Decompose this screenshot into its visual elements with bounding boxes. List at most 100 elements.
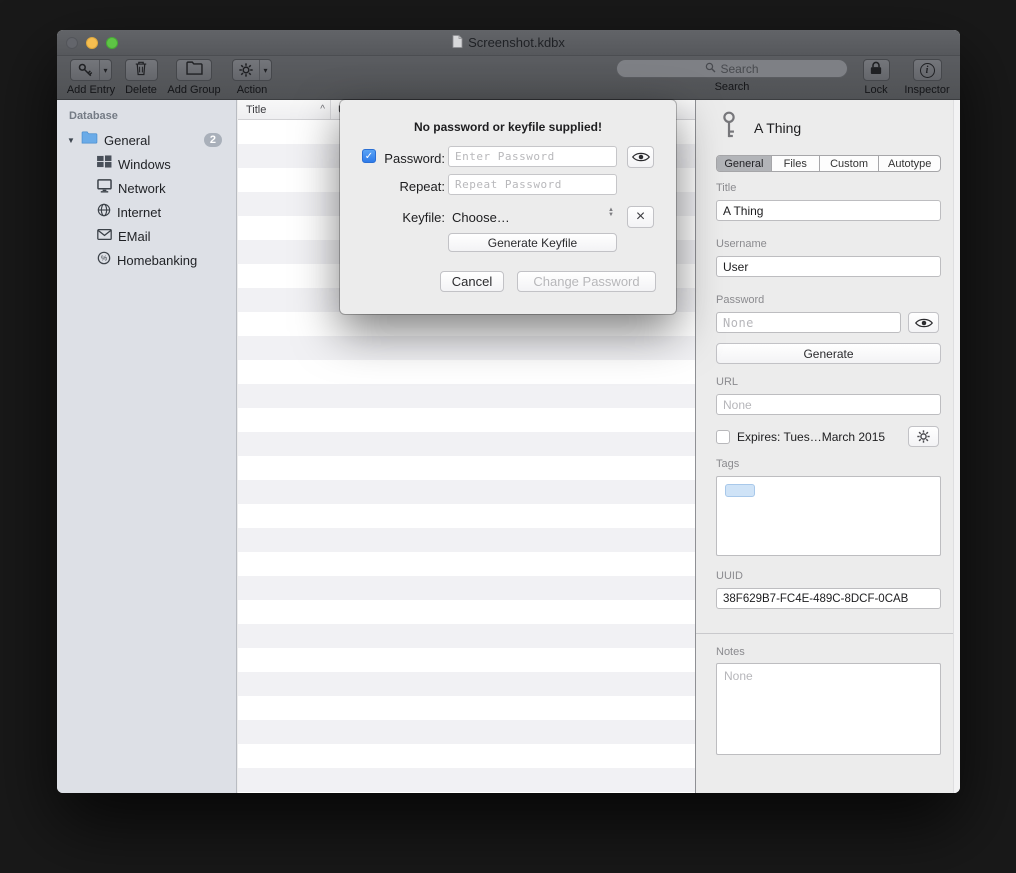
inspector-divider [696, 633, 953, 634]
app-window: Screenshot.kdbx ▾ Add Entry Delete [57, 30, 960, 793]
sidebar-item-label: Homebanking [117, 253, 197, 268]
column-header-title[interactable]: Title ^ [238, 100, 331, 119]
sidebar-group-general[interactable]: ▼ General 2 [57, 128, 236, 152]
sidebar-item-internet[interactable]: Internet [57, 200, 236, 224]
add-group-button[interactable] [176, 59, 212, 81]
uuid-input[interactable] [716, 588, 941, 609]
username-input[interactable] [716, 256, 941, 277]
tag-chip[interactable] [725, 484, 755, 497]
expires-gear-button[interactable] [908, 426, 939, 447]
sidebar-item-network[interactable]: Network [57, 176, 236, 200]
stepper-icon: ▲ ▼ [608, 208, 614, 218]
inspector-panel: A Thing General Files Custom Autotype Ti… [695, 100, 960, 793]
window-title: Screenshot.kdbx [468, 35, 565, 50]
sidebar-item-homebanking[interactable]: % Homebanking [57, 248, 236, 272]
password-dialog: No password or keyfile supplied! ✓ Passw… [340, 100, 676, 314]
title-label: Title [716, 182, 736, 194]
tab-autotype[interactable]: Autotype [879, 156, 940, 171]
group-badge: 2 [204, 133, 222, 147]
toolbar-item-search: Search Search [616, 59, 848, 93]
tab-general[interactable]: General [717, 156, 772, 171]
search-input[interactable]: Search [616, 59, 848, 78]
windows-icon [97, 155, 112, 173]
clear-keyfile-button[interactable]: × [627, 206, 654, 228]
lock-icon [870, 61, 882, 80]
lock-button[interactable] [863, 59, 890, 81]
gear-icon [233, 63, 259, 77]
sidebar-item-windows[interactable]: Windows [57, 152, 236, 176]
entry-header: A Thing [718, 110, 801, 145]
password-input[interactable] [716, 312, 901, 333]
sidebar-item-label: Internet [117, 205, 161, 220]
inspector-button[interactable]: i [913, 59, 942, 81]
tags-box[interactable] [716, 476, 941, 556]
disclosure-icon[interactable]: ▼ [67, 136, 81, 145]
notes-box[interactable]: None [716, 663, 941, 755]
reveal-password-button[interactable] [908, 312, 939, 333]
dialog-repeat-input[interactable] [448, 174, 617, 195]
folder-plus-icon [186, 61, 203, 80]
add-entry-button[interactable]: ▾ [70, 59, 111, 81]
tags-label: Tags [716, 458, 739, 470]
action-dropdown[interactable]: ▾ [259, 60, 270, 80]
inspector-tabs: General Files Custom Autotype [716, 155, 941, 172]
entry-key-icon [718, 110, 740, 145]
cancel-button[interactable]: Cancel [440, 271, 504, 292]
generate-keyfile-button[interactable]: Generate Keyfile [448, 233, 617, 252]
username-label: Username [716, 238, 767, 250]
search-placeholder: Search [720, 62, 758, 76]
trash-icon [134, 60, 148, 81]
tab-custom[interactable]: Custom [820, 156, 880, 171]
inspector-label: Inspector [904, 84, 949, 96]
sidebar: Database ▼ General 2 Windows Networ [57, 100, 237, 793]
search-label: Search [715, 81, 750, 93]
eye-icon [632, 151, 650, 163]
sidebar-item-label: Windows [118, 157, 171, 172]
title-input[interactable] [716, 200, 941, 221]
banking-icon: % [97, 251, 111, 270]
close-button[interactable] [66, 37, 78, 49]
document-icon [452, 35, 463, 51]
toolbar-item-lock: Lock [859, 59, 893, 96]
toolbar: ▾ Add Entry Delete Add Group [57, 56, 960, 100]
toolbar-item-action: ▾ Action [227, 59, 277, 96]
generate-button[interactable]: Generate [716, 343, 941, 364]
password-checkbox[interactable]: ✓ [362, 149, 376, 163]
sort-asc-icon: ^ [320, 104, 325, 115]
close-icon: × [636, 209, 645, 225]
dialog-reveal-button[interactable] [627, 146, 654, 168]
svg-text:%: % [101, 255, 107, 262]
keyfile-value: Choose… [448, 210, 510, 225]
keyfile-popup[interactable]: Choose… ▲ ▼ [448, 206, 620, 228]
expires-label: Expires: Tues…March 2015 [737, 430, 885, 444]
search-icon [705, 62, 716, 76]
toolbar-item-add-group: Add Group [165, 59, 223, 96]
zoom-button[interactable] [106, 37, 118, 49]
minimize-button[interactable] [86, 37, 98, 49]
titlebar: Screenshot.kdbx [57, 30, 960, 56]
entry-title: A Thing [754, 120, 801, 136]
network-icon [97, 179, 112, 198]
key-plus-icon [71, 62, 99, 78]
traffic-lights [66, 37, 118, 49]
action-label: Action [237, 84, 268, 96]
sidebar-item-email[interactable]: EMail [57, 224, 236, 248]
delete-button[interactable] [125, 59, 158, 81]
url-input[interactable] [716, 394, 941, 415]
dialog-password-label: Password: [380, 151, 445, 166]
add-entry-dropdown[interactable]: ▾ [99, 60, 110, 80]
notes-placeholder: None [724, 669, 753, 683]
action-button[interactable]: ▾ [232, 59, 271, 81]
uuid-label: UUID [716, 570, 743, 582]
expires-checkbox[interactable] [716, 430, 730, 444]
tab-files[interactable]: Files [772, 156, 820, 171]
dialog-keyfile-label: Keyfile: [380, 210, 445, 225]
check-icon: ✓ [365, 151, 373, 162]
url-label: URL [716, 376, 738, 388]
lock-label: Lock [864, 84, 887, 96]
inspector-scrollbar[interactable] [953, 100, 960, 793]
dialog-password-input[interactable] [448, 146, 617, 167]
toolbar-item-inspector: i Inspector [903, 59, 951, 96]
sidebar-group-label: General [104, 133, 150, 148]
change-password-button[interactable]: Change Password [517, 271, 656, 292]
